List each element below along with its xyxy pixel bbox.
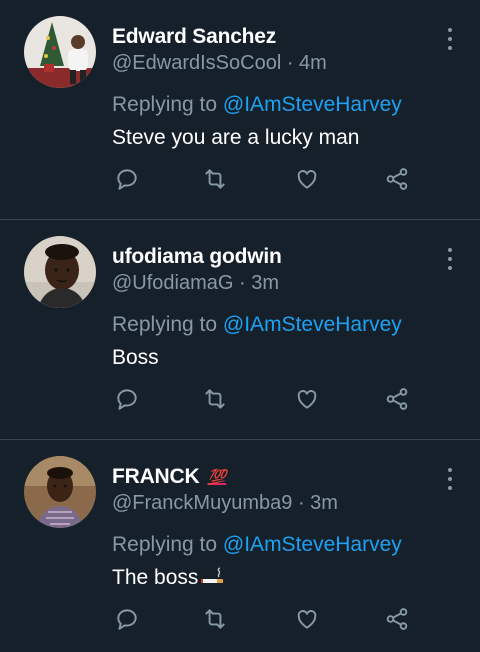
- tweet-text: The boss: [112, 566, 199, 589]
- replying-label: Replying to: [112, 93, 223, 116]
- display-name[interactable]: Edward Sanchez: [112, 25, 276, 49]
- more-options-icon[interactable]: [446, 28, 454, 50]
- retweet-button[interactable]: [200, 384, 230, 414]
- retweet-button[interactable]: [200, 604, 230, 634]
- cigarette-emoji-icon: [201, 567, 224, 583]
- christmas-tree-photo-icon: [24, 16, 96, 88]
- reply-button[interactable]: [112, 164, 142, 194]
- like-icon: [297, 170, 317, 189]
- share-icon: [386, 608, 408, 630]
- timestamp[interactable]: · 3m: [298, 492, 338, 514]
- mention-link[interactable]: @IAmSteveHarvey: [223, 533, 402, 556]
- retweet-icon: [205, 169, 225, 189]
- display-name[interactable]: FRANCK: [112, 465, 200, 489]
- reply-icon: [117, 389, 137, 410]
- action-bar: [112, 384, 412, 416]
- share-button[interactable]: [382, 604, 412, 634]
- tweet-text: Boss: [112, 346, 159, 369]
- profile-photo-icon: [24, 456, 96, 528]
- reply-feed: Edward Sanchez @EdwardIsSoCool · 4m Repl…: [0, 0, 480, 652]
- profile-photo-icon: [24, 236, 96, 308]
- avatar[interactable]: [24, 236, 96, 308]
- avatar[interactable]: [24, 456, 96, 528]
- share-icon: [386, 388, 408, 410]
- action-bar: [112, 164, 412, 196]
- reply-icon: [117, 169, 137, 190]
- reply-tweet[interactable]: Edward Sanchez @EdwardIsSoCool · 4m Repl…: [0, 0, 480, 220]
- like-icon: [297, 390, 317, 409]
- hundred-points-emoji: 💯: [207, 469, 227, 486]
- tweet-text: Steve you are a lucky man: [112, 126, 360, 149]
- timestamp[interactable]: · 4m: [287, 52, 327, 74]
- timestamp[interactable]: · 3m: [239, 272, 279, 294]
- reply-icon: [117, 609, 137, 630]
- more-options-icon[interactable]: [446, 468, 454, 490]
- handle-time: @FranckMuyumba9 · 3m: [112, 492, 338, 515]
- handle-time: @EdwardIsSoCool · 4m: [112, 52, 327, 75]
- handle-time: @UfodiamaG · 3m: [112, 272, 279, 295]
- mention-link[interactable]: @IAmSteveHarvey: [223, 93, 402, 116]
- like-button[interactable]: [292, 604, 322, 634]
- share-button[interactable]: [382, 384, 412, 414]
- replying-label: Replying to: [112, 533, 223, 556]
- replying-to: Replying to @IAmSteveHarvey: [112, 93, 402, 117]
- share-button[interactable]: [382, 164, 412, 194]
- mention-link[interactable]: @IAmSteveHarvey: [223, 313, 402, 336]
- replying-label: Replying to: [112, 313, 223, 336]
- like-button[interactable]: [292, 164, 322, 194]
- tweet-text-container: The boss: [112, 566, 224, 590]
- user-handle[interactable]: @EdwardIsSoCool: [112, 52, 281, 74]
- replying-to: Replying to @IAmSteveHarvey: [112, 313, 402, 337]
- reply-tweet[interactable]: ufodiama godwin @UfodiamaG · 3m Replying…: [0, 220, 480, 440]
- action-bar: [112, 604, 412, 636]
- like-button[interactable]: [292, 384, 322, 414]
- reply-button[interactable]: [112, 604, 142, 634]
- user-handle[interactable]: @FranckMuyumba9: [112, 492, 292, 514]
- reply-button[interactable]: [112, 384, 142, 414]
- share-icon: [386, 168, 408, 190]
- avatar[interactable]: [24, 16, 96, 88]
- reply-tweet[interactable]: FRANCK 💯 @FranckMuyumba9 · 3m Replying t…: [0, 440, 480, 652]
- more-options-icon[interactable]: [446, 248, 454, 270]
- replying-to: Replying to @IAmSteveHarvey: [112, 533, 402, 557]
- retweet-icon: [205, 389, 225, 409]
- user-handle[interactable]: @UfodiamaG: [112, 272, 233, 294]
- retweet-icon: [205, 609, 225, 629]
- like-icon: [297, 610, 317, 629]
- retweet-button[interactable]: [200, 164, 230, 194]
- display-name[interactable]: ufodiama godwin: [112, 245, 282, 269]
